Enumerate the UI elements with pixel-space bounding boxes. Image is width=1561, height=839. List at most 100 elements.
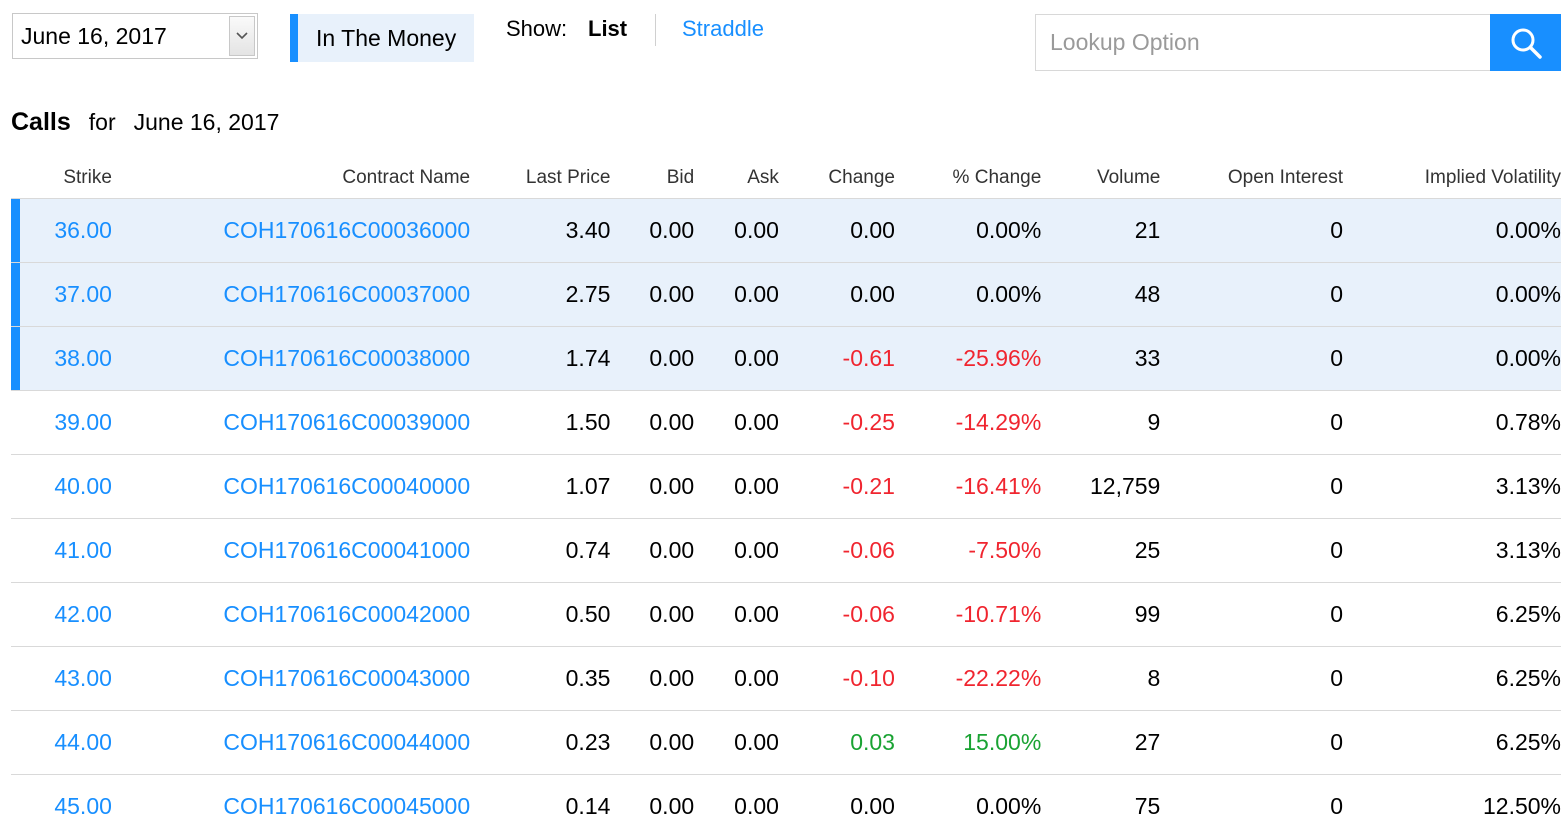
contract-name-link[interactable]: COH170616C00038000	[111, 326, 471, 391]
change: -0.06	[778, 518, 895, 583]
bid: 0.00	[610, 518, 695, 583]
strike-link[interactable]: 40.00	[11, 454, 112, 519]
ask: 0.00	[694, 326, 779, 391]
strike-link[interactable]: 38.00	[11, 326, 112, 391]
implied-volatility: 0.00%	[1342, 262, 1561, 327]
last-price: 1.07	[470, 454, 611, 519]
contract-name-link[interactable]: COH170616C00044000	[111, 710, 471, 775]
last-price: 0.35	[470, 646, 611, 711]
strike-link[interactable]: 44.00	[11, 710, 112, 775]
table-row: 43.00 COH170616C00043000 0.35 0.00 0.00 -0.10…	[11, 646, 1561, 711]
in-the-money-toggle[interactable]: In The Money	[290, 14, 474, 62]
contract-name-link[interactable]: COH170616C00036000	[111, 198, 471, 263]
percent-change: 0.00%	[894, 262, 1042, 327]
last-price: 1.74	[470, 326, 611, 391]
volume: 27	[1041, 710, 1161, 775]
percent-change: -14.29%	[894, 390, 1042, 455]
bid: 0.00	[610, 454, 695, 519]
header-volume[interactable]: Volume	[1041, 158, 1160, 199]
bid: 0.00	[610, 390, 695, 455]
open-interest: 0	[1160, 198, 1343, 263]
header-percent-change[interactable]: % Change	[895, 158, 1042, 199]
search-button[interactable]	[1490, 14, 1561, 71]
table-row: 38.00 COH170616C00038000 1.74 0.00 0.00 -0.61…	[11, 326, 1561, 391]
table-row: 36.00 COH170616C00036000 3.40 0.00 0.00 0.00 0…	[11, 198, 1561, 263]
bid: 0.00	[610, 326, 695, 391]
open-interest: 0	[1160, 582, 1343, 647]
volume: 9	[1041, 390, 1161, 455]
contract-name-link[interactable]: COH170616C00045000	[111, 774, 471, 838]
table-row: 39.00 COH170616C00039000 1.50 0.00 0.00 -0.25…	[11, 390, 1561, 455]
header-implied-volatility[interactable]: Implied Volatility	[1343, 158, 1561, 199]
search-icon	[1511, 28, 1542, 59]
strike-link[interactable]: 45.00	[11, 774, 112, 838]
ask: 0.00	[694, 710, 779, 775]
table-row: 45.00 COH170616C00045000 0.14 0.00 0.00 0.00 0…	[11, 774, 1561, 838]
ask: 0.00	[694, 454, 779, 519]
strike-link[interactable]: 36.00	[11, 198, 112, 263]
last-price: 0.50	[470, 582, 611, 647]
contract-name-link[interactable]: COH170616C00039000	[111, 390, 471, 455]
change: -0.10	[778, 646, 895, 711]
header-strike[interactable]: Strike	[11, 158, 112, 199]
calls-table: Strike Contract Name Last Price Bid Ask …	[11, 158, 1561, 838]
percent-change: -16.41%	[894, 454, 1042, 519]
ask: 0.00	[694, 262, 779, 327]
strike-link[interactable]: 43.00	[11, 646, 112, 711]
change: -0.61	[778, 326, 895, 391]
header-ask[interactable]: Ask	[694, 158, 779, 199]
ask: 0.00	[694, 518, 779, 583]
contract-name-link[interactable]: COH170616C00042000	[111, 582, 471, 647]
contract-name-link[interactable]: COH170616C00043000	[111, 646, 471, 711]
implied-volatility: 3.13%	[1342, 518, 1561, 583]
bid: 0.00	[610, 710, 695, 775]
implied-volatility: 6.25%	[1342, 710, 1561, 775]
table-row: 44.00 COH170616C00044000 0.23 0.00 0.00 0.03 1…	[11, 710, 1561, 775]
volume: 12,759	[1041, 454, 1161, 519]
open-interest: 0	[1160, 326, 1343, 391]
percent-change: 15.00%	[894, 710, 1042, 775]
strike-link[interactable]: 41.00	[11, 518, 112, 583]
contract-name-link[interactable]: COH170616C00037000	[111, 262, 471, 327]
chevron-down-icon[interactable]	[229, 16, 255, 56]
last-price: 0.14	[470, 774, 611, 838]
header-bid[interactable]: Bid	[610, 158, 694, 199]
ask: 0.00	[694, 582, 779, 647]
strike-link[interactable]: 42.00	[11, 582, 112, 647]
volume: 75	[1041, 774, 1161, 838]
change: 0.00	[778, 774, 895, 838]
expiration-date-select[interactable]: June 16, 2017	[12, 13, 258, 59]
table-row: 40.00 COH170616C00040000 1.07 0.00 0.00 -0.21…	[11, 454, 1561, 519]
show-label: Show:	[506, 16, 568, 41]
open-interest: 0	[1160, 390, 1343, 455]
header-contract-name[interactable]: Contract Name	[112, 158, 470, 199]
strike-link[interactable]: 39.00	[11, 390, 112, 455]
open-interest: 0	[1160, 454, 1343, 519]
strike-link[interactable]: 37.00	[11, 262, 112, 327]
volume: 8	[1041, 646, 1161, 711]
expiration-date-value: June 16, 2017	[21, 22, 167, 49]
last-price: 0.23	[470, 710, 611, 775]
implied-volatility: 0.78%	[1342, 390, 1561, 455]
show-straddle-link[interactable]: Straddle	[682, 16, 764, 42]
show-list-option[interactable]: List	[588, 16, 627, 42]
open-interest: 0	[1160, 774, 1343, 838]
contract-name-link[interactable]: COH170616C00041000	[111, 518, 471, 583]
implied-volatility: 0.00%	[1342, 326, 1561, 391]
change: -0.06	[778, 582, 895, 647]
header-last-price[interactable]: Last Price	[470, 158, 610, 199]
implied-volatility: 6.25%	[1342, 582, 1561, 647]
last-price: 1.50	[470, 390, 611, 455]
contract-name-link[interactable]: COH170616C00040000	[111, 454, 471, 519]
table-row: 42.00 COH170616C00042000 0.50 0.00 0.00 -0.06…	[11, 582, 1561, 647]
ask: 0.00	[694, 774, 779, 838]
bid: 0.00	[610, 582, 695, 647]
lookup-option-input[interactable]	[1035, 14, 1491, 71]
header-change[interactable]: Change	[779, 158, 895, 199]
open-interest: 0	[1160, 518, 1343, 583]
change: -0.25	[778, 390, 895, 455]
header-open-interest[interactable]: Open Interest	[1160, 158, 1343, 199]
ask: 0.00	[694, 646, 779, 711]
percent-change: -7.50%	[894, 518, 1042, 583]
ask: 0.00	[694, 198, 779, 263]
